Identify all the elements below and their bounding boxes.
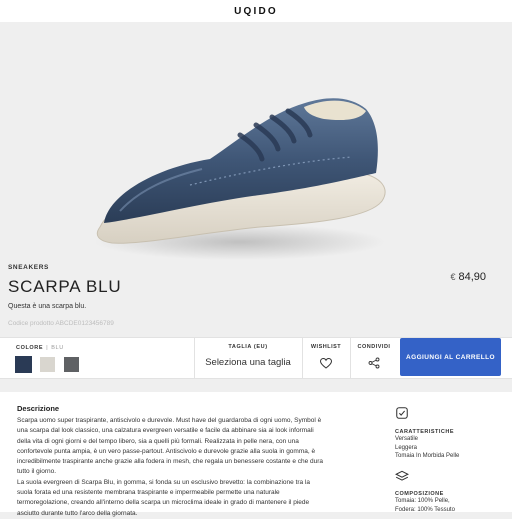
color-label-row: COLORE | BLU bbox=[16, 345, 186, 351]
color-swatch-blu[interactable] bbox=[15, 356, 32, 373]
share-label: CONDIVIDI bbox=[357, 344, 391, 350]
size-label: TAGLIA (EU) bbox=[228, 344, 268, 350]
description-body: Scarpa uomo super traspirante, antiscivo… bbox=[17, 416, 327, 519]
heart-icon bbox=[302, 356, 350, 374]
product-short-description: Questa è una scarpa blu. bbox=[8, 303, 87, 310]
description-paragraph: Scarpa uomo super traspirante, antiscivo… bbox=[17, 417, 324, 476]
share-icon bbox=[350, 356, 398, 374]
color-selector: COLORE | BLU bbox=[15, 345, 186, 375]
price-currency: € bbox=[450, 272, 456, 282]
color-swatch-bianco[interactable] bbox=[40, 357, 55, 372]
share-button[interactable]: CONDIVIDI bbox=[350, 338, 398, 378]
top-bar: UQIDO bbox=[0, 0, 512, 23]
color-selected: BLU bbox=[51, 345, 64, 351]
wishlist-label: WISHLIST bbox=[310, 344, 342, 350]
composition-item: Fodera: 100% Tessuto bbox=[395, 506, 455, 513]
brand-logo[interactable]: UQIDO bbox=[234, 6, 278, 17]
layers-icon bbox=[394, 469, 505, 487]
product-image-area bbox=[0, 22, 512, 262]
color-swatch-grigio[interactable] bbox=[64, 357, 79, 372]
product-title: SCARPA BLU bbox=[8, 277, 122, 296]
product-image bbox=[90, 77, 390, 267]
description-title: Descrizione bbox=[17, 404, 60, 413]
wishlist-button[interactable]: WISHLIST bbox=[302, 338, 350, 378]
price-value: 84,90 bbox=[458, 271, 486, 283]
feature-item: Leggera bbox=[395, 444, 418, 451]
description-paragraph: La suola evergreen di Scarpa Blu, in gom… bbox=[17, 478, 311, 517]
purchase-options-bar: COLORE | BLU TAGLIA (EU) Seleziona una tag… bbox=[0, 337, 512, 379]
feature-item: Tomaia In Morbida Pelle bbox=[395, 453, 460, 459]
feature-item: Versatile bbox=[395, 436, 419, 442]
size-selector[interactable]: TAGLIA (EU) Seleziona una taglia bbox=[194, 338, 302, 378]
product-category: SNEAKERS bbox=[8, 264, 49, 271]
product-code: Codice prodotto ABCDE0123456789 bbox=[8, 320, 114, 327]
composition-item: Tomaia: 100% Pelle, bbox=[395, 498, 450, 504]
product-details: Descrizione Scarpa uomo super traspirant… bbox=[0, 392, 512, 517]
color-label: COLORE bbox=[16, 345, 44, 351]
add-to-cart-button[interactable]: AGGIUNGI AL CARRELLO bbox=[400, 338, 501, 376]
size-dropdown[interactable]: Seleziona una taglia bbox=[194, 357, 302, 368]
features-block: CARATTERISTICHE Versatile Leggera Tomaia… bbox=[395, 406, 505, 461]
product-price: €84,90 bbox=[450, 271, 486, 283]
composition-block: COMPOSIZIONE Tomaia: 100% Pelle, Fodera:… bbox=[394, 469, 505, 514]
color-swatches bbox=[15, 356, 186, 373]
checkbox-badge-icon bbox=[395, 406, 505, 425]
color-separator: | bbox=[46, 345, 49, 351]
